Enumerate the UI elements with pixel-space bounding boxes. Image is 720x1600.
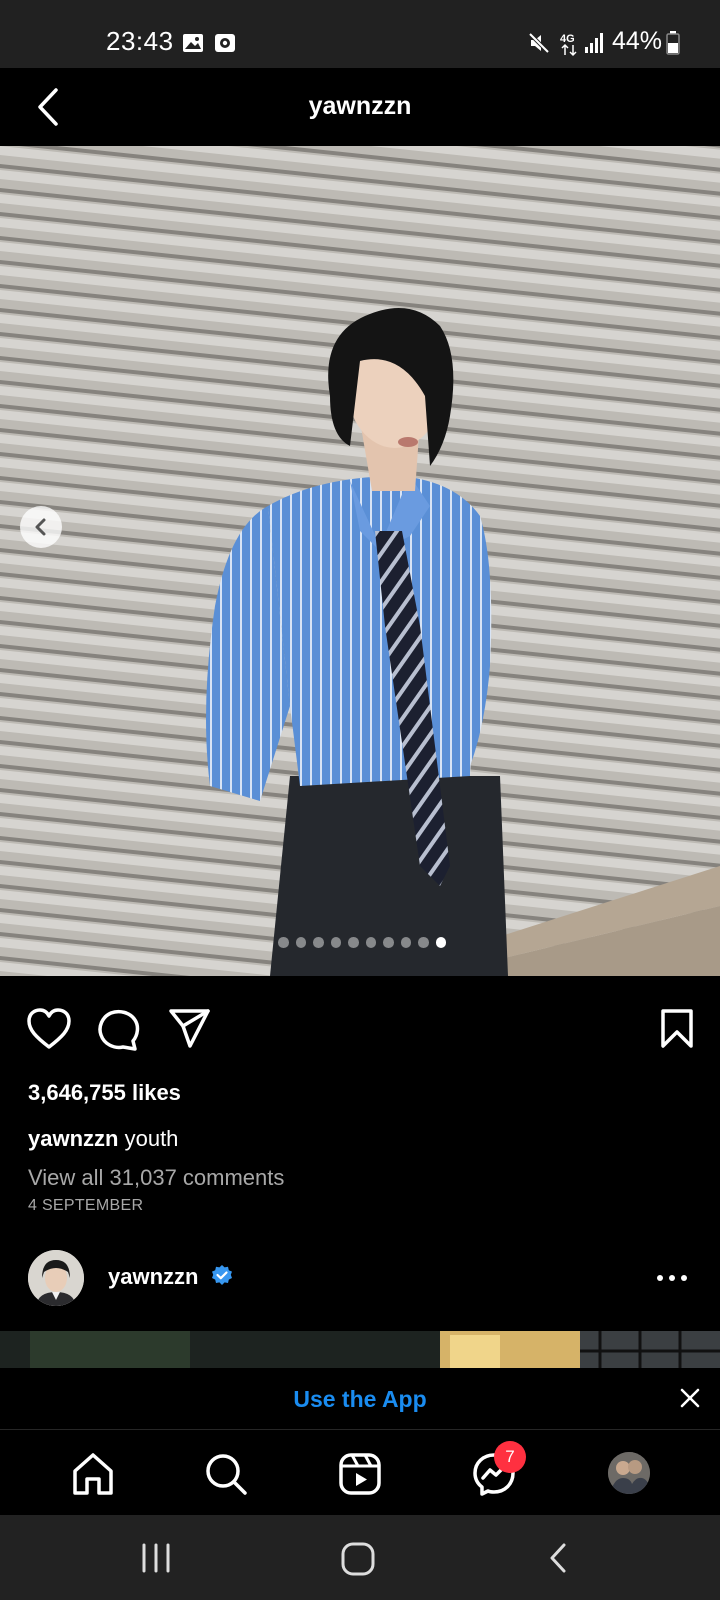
caption-username[interactable]: yawnzzn — [28, 1126, 118, 1151]
back-icon[interactable] — [546, 1541, 570, 1575]
network-label: 4G — [560, 33, 575, 45]
screen-record-icon — [215, 34, 235, 52]
carousel-dot — [435, 937, 446, 948]
system-nav-bar — [0, 1515, 720, 1600]
carousel-dot — [383, 937, 394, 948]
heart-icon[interactable] — [26, 1008, 72, 1050]
post-photo[interactable] — [0, 146, 720, 976]
signal-icon — [585, 33, 603, 53]
chevron-left-icon — [35, 518, 46, 536]
recents-icon[interactable] — [140, 1541, 172, 1575]
status-time: 23:43 — [106, 26, 174, 56]
use-app-button[interactable]: Use the App — [0, 1386, 720, 1413]
avatar-image — [28, 1250, 84, 1306]
next-post-image-preview — [0, 1331, 720, 1369]
next-post-image[interactable] — [0, 1331, 720, 1369]
carousel-dot — [278, 937, 289, 948]
carousel-dot — [348, 937, 359, 948]
profile-avatar-image — [608, 1452, 650, 1494]
network-4g-icon: 4G — [560, 33, 577, 57]
status-bar: 23:43 4G 44% — [0, 0, 720, 68]
post-date: 4 SEPTEMBER — [28, 1197, 144, 1214]
profile-avatar[interactable] — [608, 1452, 650, 1494]
post-caption: yawnzzn youth — [28, 1126, 178, 1152]
carousel-dot — [400, 937, 411, 948]
use-app-banner: Use the App — [0, 1368, 720, 1430]
battery-icon — [666, 31, 680, 55]
carousel-dot — [295, 937, 306, 948]
gallery-icon — [183, 34, 203, 52]
comment-icon[interactable] — [97, 1008, 141, 1052]
post-image — [0, 146, 720, 976]
search-icon[interactable] — [203, 1451, 249, 1497]
battery-percentage: 44% — [611, 27, 662, 55]
avatar[interactable] — [28, 1250, 84, 1306]
messenger-badge: 7 — [494, 1441, 526, 1473]
post-actions — [0, 1000, 720, 1060]
more-options-icon[interactable] — [656, 1270, 688, 1286]
home-icon[interactable] — [70, 1451, 116, 1497]
caption-text: youth — [124, 1126, 179, 1151]
reels-icon[interactable] — [337, 1451, 383, 1497]
bookmark-icon[interactable] — [660, 1008, 694, 1050]
close-icon[interactable] — [678, 1386, 702, 1410]
post-header: yawnzzn — [0, 68, 720, 146]
carousel-dot — [330, 937, 341, 948]
carousel-prev-button[interactable] — [20, 506, 62, 548]
carousel-dot — [365, 937, 376, 948]
mute-icon — [528, 32, 550, 54]
home-button-icon[interactable] — [340, 1541, 376, 1577]
page-title: yawnzzn — [308, 92, 412, 120]
view-comments-link[interactable]: View all 31,037 comments — [28, 1165, 284, 1191]
carousel-dot — [418, 937, 429, 948]
verified-badge-icon — [212, 1265, 232, 1285]
carousel-dot — [313, 937, 324, 948]
carousel-indicator — [278, 937, 446, 951]
next-post-username[interactable]: yawnzzn — [108, 1264, 198, 1290]
share-icon[interactable] — [168, 1008, 212, 1050]
like-count[interactable]: 3,646,755 likes — [28, 1080, 181, 1106]
